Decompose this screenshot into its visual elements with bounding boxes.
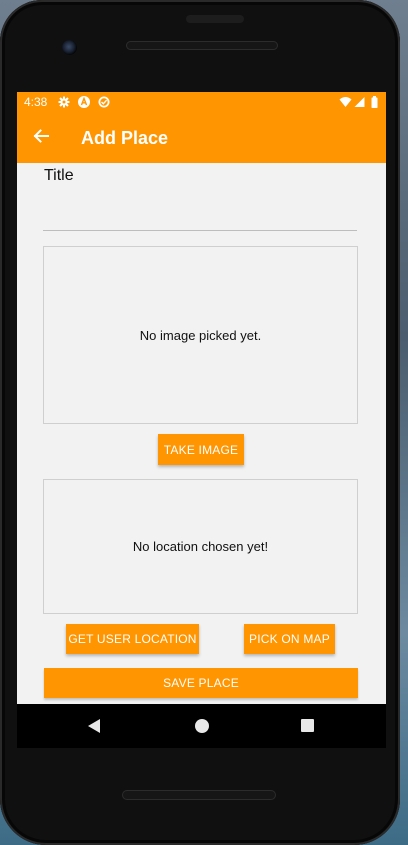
front-camera: [62, 40, 77, 55]
react-native-icon: [78, 96, 90, 108]
home-circle-icon[interactable]: [195, 719, 209, 733]
arrow-left-icon[interactable]: [31, 126, 51, 146]
status-bar: 4:38: [17, 92, 386, 112]
wifi-icon: [339, 97, 352, 107]
get-user-location-button[interactable]: GET USER LOCATION: [66, 624, 199, 654]
earpiece-speaker: [126, 41, 278, 50]
top-speaker-slot: [186, 15, 244, 23]
take-image-button[interactable]: TAKE IMAGE: [158, 434, 244, 465]
title-input[interactable]: [43, 192, 357, 231]
location-preview-text: No location chosen yet!: [132, 539, 269, 554]
image-preview-text: No image picked yet.: [139, 327, 262, 343]
save-place-button[interactable]: SAVE PLACE: [44, 668, 358, 698]
status-time: 4:38: [24, 95, 48, 109]
page-title: Add Place: [81, 128, 169, 148]
signal-icon: [354, 97, 365, 107]
recents-square-icon[interactable]: [301, 719, 314, 732]
location-preview: No location chosen yet!: [43, 479, 358, 614]
image-preview: No image picked yet.: [43, 246, 358, 424]
battery-icon: [371, 96, 378, 108]
app-bar: Add Place: [17, 112, 386, 163]
system-nav-bar: [17, 704, 386, 748]
app-screen: 4:38 Add Place Title No image picked yet…: [17, 92, 386, 704]
pick-on-map-button[interactable]: PICK ON MAP: [244, 624, 335, 654]
bottom-speaker: [122, 790, 276, 800]
settings-gear-icon: [58, 96, 70, 108]
back-triangle-icon[interactable]: [88, 719, 100, 733]
data-saver-icon: [98, 96, 110, 108]
title-label: Title: [44, 167, 74, 184]
